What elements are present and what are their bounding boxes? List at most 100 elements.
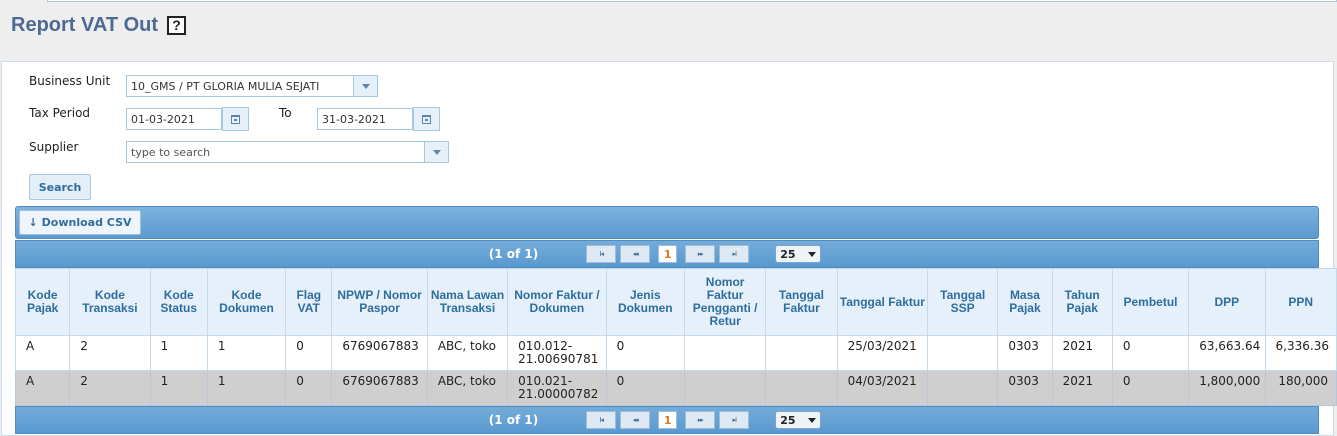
page-size-select[interactable]: 25 xyxy=(775,245,822,263)
table-cell: 1 xyxy=(206,370,287,406)
search-button[interactable]: Search xyxy=(29,174,91,200)
business-unit-select[interactable]: 10_GMS / PT GLORIA MULIA SEJATI xyxy=(126,75,378,97)
tax-period-to-value: 31-03-2021 xyxy=(322,113,386,126)
grid-toolbar: ↓ Download CSV xyxy=(15,206,1319,239)
table-cell: 1 xyxy=(206,335,287,371)
column-header[interactable]: Nomor Faktur / Dokumen xyxy=(507,268,607,336)
help-icon[interactable]: ? xyxy=(167,16,187,35)
last-page-button[interactable]: ▸I xyxy=(719,245,750,263)
supplier-placeholder: type to search xyxy=(131,146,211,159)
tax-period-from-calendar-button[interactable] xyxy=(222,107,249,131)
current-page[interactable]: 1 xyxy=(658,411,678,429)
table-cell: 6769067883 xyxy=(331,370,428,406)
column-header[interactable]: PPN xyxy=(1264,268,1337,336)
download-csv-button[interactable]: ↓ Download CSV xyxy=(19,210,141,235)
table-cell: 0 xyxy=(1111,370,1190,406)
tax-period-to-calendar-button[interactable] xyxy=(413,107,440,131)
table-row[interactable]: A 2 1 1 0 6769067883 ABC, toko 010.012-2… xyxy=(14,335,1337,371)
business-unit-label: Business Unit xyxy=(29,74,111,88)
pager-top: (1 of 1) I◂ ◂◂ 1 ▸▸ ▸I 25 xyxy=(15,240,1319,268)
column-header[interactable]: Kode Dokumen xyxy=(206,268,287,336)
column-header[interactable]: Tanggal Faktur xyxy=(765,268,838,336)
column-header[interactable]: Nomor Faktur Pengganti / Retur xyxy=(683,268,767,336)
vat-out-table: Kode Pajak Kode Transaksi Kode Status Ko… xyxy=(14,268,1337,406)
table-cell xyxy=(927,370,999,406)
table-cell: 0 xyxy=(1111,335,1190,371)
table-cell: 180,000 xyxy=(1264,370,1337,406)
column-header[interactable]: Tanggal Faktur xyxy=(836,268,929,336)
column-header[interactable]: Nama Lawan Transaksi xyxy=(426,268,509,336)
column-header[interactable]: Kode Pajak xyxy=(14,268,71,336)
pager-bottom: (1 of 1) I◂ ◂◂ 1 ▸▸ ▸I 25 xyxy=(15,406,1319,434)
prev-page-button[interactable]: ◂◂ xyxy=(620,245,651,263)
table-cell: 0 xyxy=(285,335,333,371)
table-cell xyxy=(683,370,767,406)
table-cell: 2021 xyxy=(1051,335,1113,371)
top-frame-strip xyxy=(47,0,1337,2)
page-size-select[interactable]: 25 xyxy=(775,411,822,429)
column-header[interactable]: Flag VAT xyxy=(285,268,333,336)
next-page-button[interactable]: ▸▸ xyxy=(685,245,716,263)
next-page-button[interactable]: ▸▸ xyxy=(685,411,716,429)
column-header[interactable]: Tahun Pajak xyxy=(1051,268,1113,336)
table-cell: 010.021-21.00000782 xyxy=(507,370,607,406)
table-cell: 1 xyxy=(149,335,208,371)
business-unit-dropdown-button[interactable] xyxy=(353,76,377,96)
chevron-down-icon xyxy=(432,149,441,155)
download-csv-label: Download CSV xyxy=(41,216,132,229)
column-header[interactable]: Pembetul xyxy=(1111,268,1190,336)
table-cell: A xyxy=(14,335,71,371)
table-cell: 2 xyxy=(69,335,151,371)
table-cell: 1 xyxy=(149,370,208,406)
table-header-row: Kode Pajak Kode Transaksi Kode Status Ko… xyxy=(14,268,1337,336)
table-cell: 2021 xyxy=(1051,370,1113,406)
table-cell: 0303 xyxy=(997,370,1053,406)
chevron-down-icon xyxy=(361,83,370,89)
table-cell: 63,663.64 xyxy=(1188,335,1266,371)
table-cell: 04/03/2021 xyxy=(836,370,929,406)
table-cell: 0303 xyxy=(997,335,1053,371)
table-cell: 25/03/2021 xyxy=(836,335,929,371)
tax-period-to-input[interactable]: 31-03-2021 xyxy=(317,108,413,130)
calendar-icon xyxy=(231,114,240,124)
to-label: To xyxy=(279,106,292,120)
table-cell: 2 xyxy=(69,370,151,406)
tax-period-from-value: 01-03-2021 xyxy=(131,113,195,126)
page-size-value: 25 xyxy=(780,413,796,427)
first-page-button[interactable]: I◂ xyxy=(586,411,617,429)
current-page[interactable]: 1 xyxy=(658,245,678,263)
supplier-search-input[interactable]: type to search xyxy=(126,141,449,163)
column-header[interactable]: Kode Status xyxy=(149,268,208,336)
column-header[interactable]: DPP xyxy=(1188,268,1266,336)
pager-count: (1 of 1) xyxy=(488,247,539,261)
table-cell: 6769067883 xyxy=(331,335,428,371)
first-page-button[interactable]: I◂ xyxy=(586,245,617,263)
column-header[interactable]: Kode Transaksi xyxy=(69,268,151,336)
table-cell xyxy=(927,335,999,371)
page-title: Report VAT Out ? xyxy=(11,14,187,37)
column-header[interactable]: NPWP / Nomor Paspor xyxy=(331,268,428,336)
column-header[interactable]: Masa Pajak xyxy=(997,268,1053,336)
table-row[interactable]: A 2 1 1 0 6769067883 ABC, toko 010.021-2… xyxy=(14,370,1337,406)
table-cell: 0 xyxy=(605,370,685,406)
calendar-icon xyxy=(422,114,431,124)
download-icon: ↓ xyxy=(28,216,38,229)
table-cell: ABC, toko xyxy=(426,370,509,406)
column-header[interactable]: Tanggal SSP xyxy=(927,268,999,336)
table-cell: 0 xyxy=(605,335,685,371)
table-cell: 0 xyxy=(285,370,333,406)
page-size-value: 25 xyxy=(780,247,796,261)
table-cell: A xyxy=(14,370,71,406)
table-cell: 6,336.36 xyxy=(1264,335,1337,371)
prev-page-button[interactable]: ◂◂ xyxy=(620,411,651,429)
table-cell xyxy=(765,335,838,371)
page-title-text: Report VAT Out xyxy=(11,14,159,36)
table-cell xyxy=(765,370,838,406)
column-header[interactable]: Jenis Dokumen xyxy=(605,268,685,336)
table-cell xyxy=(683,335,767,371)
supplier-dropdown-button[interactable] xyxy=(424,142,448,162)
last-page-button[interactable]: ▸I xyxy=(719,411,750,429)
chevron-down-icon xyxy=(808,251,817,257)
supplier-label: Supplier xyxy=(29,140,79,154)
tax-period-from-input[interactable]: 01-03-2021 xyxy=(126,108,222,130)
